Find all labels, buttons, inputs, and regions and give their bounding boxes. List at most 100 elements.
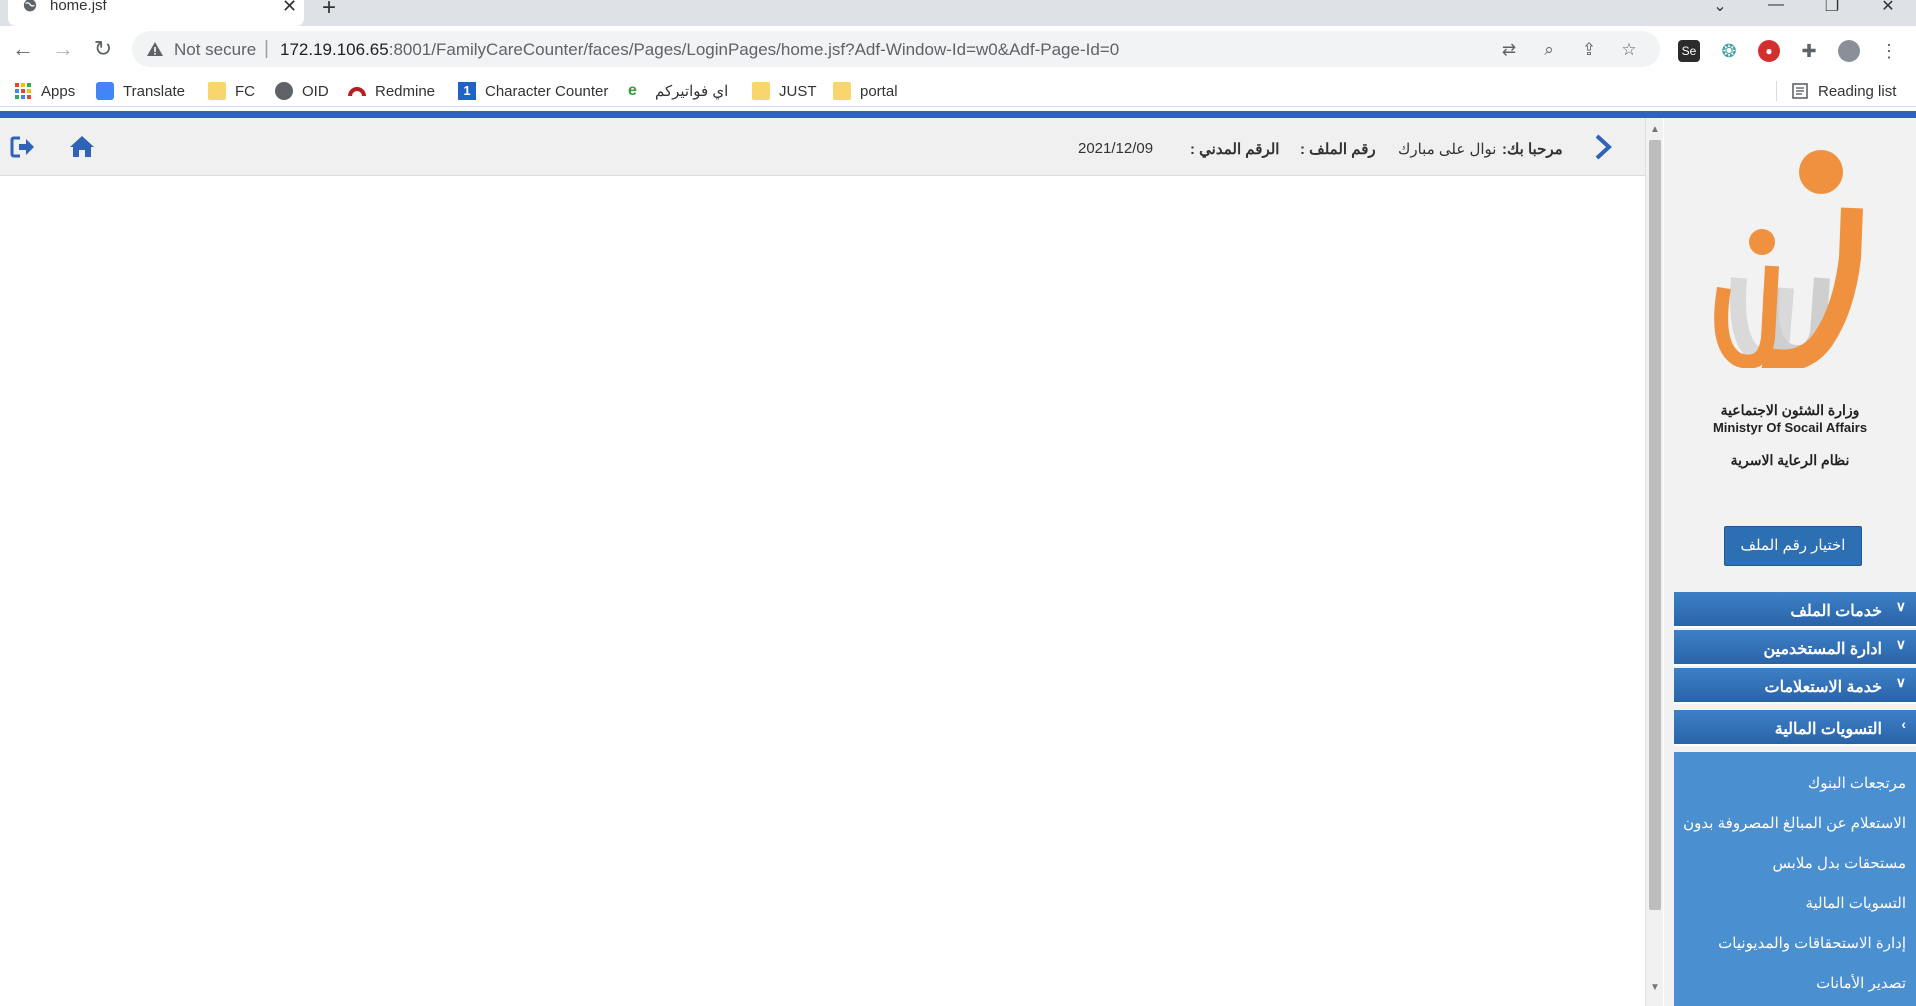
- browser-toolbar: ← → ↻ Not secure | 172.19.106.65:8001/Fa…: [0, 26, 1916, 73]
- share-icon[interactable]: ⇪: [1578, 39, 1600, 61]
- page-header: 2021/12/09 الرقم المدني : رقم الملف : نو…: [0, 118, 1645, 176]
- bookmark-label: OID: [302, 82, 329, 100]
- submenu-clothing-allowance[interactable]: مستحقات بدل ملابس: [1773, 854, 1906, 872]
- home-icon[interactable]: [69, 134, 95, 158]
- scroll-down-icon[interactable]: ▼: [1650, 982, 1660, 993]
- address-bar[interactable]: Not secure | 172.19.106.65:8001/FamilyCa…: [132, 31, 1660, 67]
- submenu-spent-amounts-inquiry[interactable]: الاستعلام عن المبالغ المصروفة بدون: [1683, 814, 1906, 832]
- zoom-icon[interactable]: ⌕: [1538, 39, 1560, 61]
- welcome-label: مرحبا بك:: [1502, 141, 1563, 158]
- translate-page-icon[interactable]: ⇄: [1498, 39, 1520, 61]
- submenu-dues-debts-management[interactable]: إدارة الاستحقاقات والمديونيات: [1718, 934, 1906, 952]
- scroll-up-icon[interactable]: ▲: [1650, 124, 1660, 135]
- bookmark-label: Character Counter: [485, 82, 609, 100]
- submenu-bank-returns[interactable]: مرتجعات البنوك: [1808, 774, 1906, 792]
- extensions-puzzle-icon[interactable]: ✚: [1798, 40, 1820, 62]
- financial-settlements-submenu: مرتجعات البنوك الاستعلام عن المبالغ المص…: [1674, 752, 1916, 1006]
- url-text[interactable]: 172.19.106.65:8001/FamilyCareCounter/fac…: [280, 40, 1119, 60]
- window-controls: ⌄ — ❐ ✕: [1692, 0, 1916, 16]
- minimize-icon[interactable]: —: [1748, 0, 1804, 16]
- ministry-logo: [1714, 150, 1863, 368]
- selenium-extension-icon[interactable]: Se: [1678, 40, 1700, 62]
- ministry-name-en: Ministyr Of Socail Affairs: [1712, 420, 1868, 435]
- google-translate-icon: [96, 82, 114, 100]
- bookmark-label: JUST: [779, 82, 817, 100]
- url-path: :8001/FamilyCareCounter/faces/Pages/Logi…: [388, 40, 1120, 59]
- adblock-extension-icon[interactable]: ●: [1758, 40, 1780, 62]
- menu-inquiry-service[interactable]: خدمة الاستعلامات ∨: [1674, 668, 1916, 704]
- tab-title: home.jsf: [50, 0, 107, 14]
- bookmark-label: Redmine: [375, 82, 436, 100]
- ministry-name-ar: وزارة الشئون الاجتماعية: [1720, 402, 1860, 418]
- bookmark-label: Translate: [123, 82, 185, 100]
- vpn-extension-icon[interactable]: ❂: [1718, 40, 1740, 62]
- browser-tab[interactable]: home.jsf ✕: [8, 0, 304, 26]
- bookmark-label: Reading list: [1818, 82, 1897, 100]
- close-window-icon[interactable]: ✕: [1860, 0, 1916, 16]
- forward-icon[interactable]: →: [50, 36, 76, 62]
- menu-file-services[interactable]: خدمات الملف ∨: [1674, 592, 1916, 628]
- chevron-right-icon[interactable]: [1593, 134, 1613, 160]
- user-name: نوال على مبارك: [1398, 141, 1497, 158]
- globe-icon: [23, 0, 37, 12]
- warning-icon: [147, 42, 163, 56]
- reading-list-icon: [1792, 83, 1808, 99]
- apps-grid-icon: [15, 83, 31, 99]
- logout-icon[interactable]: [10, 135, 36, 159]
- folder-icon: [752, 82, 770, 100]
- bookmark-label: portal: [860, 82, 898, 100]
- menu-label: خدمة الاستعلامات: [1764, 679, 1882, 696]
- submenu-export-deposits[interactable]: تصدير الأمانات: [1816, 974, 1906, 992]
- submenu-financial-settlements[interactable]: التسويات المالية: [1805, 894, 1906, 912]
- redmine-icon: [348, 87, 366, 97]
- chevron-down-icon: ∨: [1895, 636, 1906, 652]
- restore-icon[interactable]: ❐: [1804, 0, 1860, 16]
- url-host: 172.19.106.65: [280, 40, 389, 59]
- bookmark-portal[interactable]: portal: [833, 81, 898, 101]
- tab-search-icon[interactable]: ⌄: [1692, 0, 1748, 16]
- bookmark-star-icon[interactable]: ☆: [1618, 39, 1640, 61]
- file-number-label: رقم الملف :: [1300, 141, 1376, 158]
- security-label: Not secure: [174, 40, 257, 59]
- sidebar-scrollbar[interactable]: ▲ ▼: [1645, 118, 1663, 1006]
- profile-avatar-icon[interactable]: [1838, 40, 1860, 62]
- globe-icon: [275, 82, 293, 100]
- bookmark-label: اي فواتيركم: [655, 83, 729, 100]
- menu-label: ادارة المستخدمين: [1763, 641, 1882, 658]
- current-date: 2021/12/09: [1078, 140, 1154, 157]
- menu-user-management[interactable]: ادارة المستخدمين ∨: [1674, 630, 1916, 666]
- reload-icon[interactable]: ↻: [90, 36, 116, 62]
- menu-label: التسويات المالية: [1774, 721, 1882, 738]
- bookmark-just[interactable]: JUST: [752, 81, 817, 101]
- back-icon[interactable]: ←: [10, 36, 36, 62]
- new-tab-icon[interactable]: +: [322, 0, 336, 22]
- select-file-button[interactable]: اختيار رقم الملف: [1724, 526, 1862, 566]
- main-content-area: [0, 177, 1645, 1006]
- sidebar: وزارة الشئون الاجتماعية Ministyr Of Soca…: [1664, 118, 1916, 1006]
- reading-list[interactable]: Reading list: [1776, 81, 1896, 101]
- efawateercom-icon: e: [628, 82, 637, 99]
- character-counter-icon: 1: [458, 82, 476, 100]
- bookmark-character-counter[interactable]: 1 Character Counter: [458, 81, 608, 101]
- scrollbar-thumb[interactable]: [1649, 140, 1661, 910]
- system-name: نظام الرعاية الاسرية: [1730, 452, 1850, 468]
- tab-close-icon[interactable]: ✕: [282, 0, 297, 17]
- folder-icon: [208, 82, 226, 100]
- bookmark-fc[interactable]: FC: [208, 81, 255, 101]
- bookmark-redmine[interactable]: Redmine: [348, 81, 435, 101]
- civil-id-label: الرقم المدني :: [1190, 141, 1280, 158]
- bookmark-translate[interactable]: Translate: [96, 81, 185, 101]
- bookmark-label: FC: [235, 82, 255, 100]
- menu-financial-settlements[interactable]: التسويات المالية ‹: [1674, 710, 1916, 746]
- tab-strip: home.jsf ✕ + ⌄ — ❐ ✕: [0, 0, 1916, 26]
- menu-label: خدمات الملف: [1790, 603, 1882, 620]
- chevron-down-icon: ∨: [1895, 674, 1906, 690]
- folder-icon: [833, 82, 851, 100]
- chevron-left-icon: ‹: [1901, 716, 1906, 732]
- top-accent-line: [0, 111, 1916, 118]
- browser-menu-icon[interactable]: ⋮: [1878, 40, 1900, 62]
- bookmark-fawatirkom[interactable]: e اي فواتيركم: [628, 81, 728, 101]
- bookmark-oid[interactable]: OID: [275, 81, 329, 101]
- bookmark-apps[interactable]: Apps: [14, 81, 75, 101]
- bookmarks-bar: Apps Translate FC OID Redmine 1 Characte…: [0, 73, 1916, 107]
